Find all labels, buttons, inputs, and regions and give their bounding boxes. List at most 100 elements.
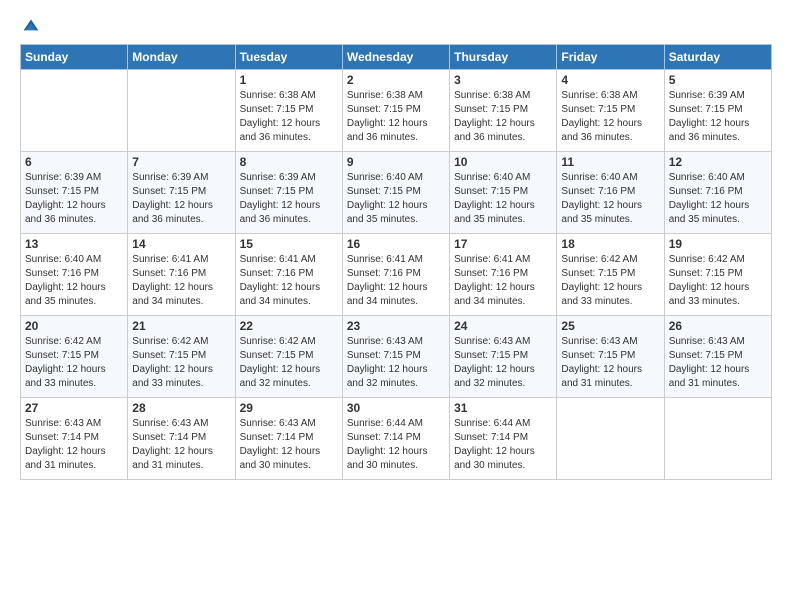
day-info: Sunrise: 6:43 AM Sunset: 7:15 PM Dayligh… <box>669 335 767 391</box>
day-cell: 5 Sunrise: 6:39 AM Sunset: 7:15 PM Daylig… <box>664 70 771 152</box>
day-info: Sunrise: 6:42 AM Sunset: 7:15 PM Dayligh… <box>561 253 659 309</box>
day-info: Sunrise: 6:40 AM Sunset: 7:15 PM Dayligh… <box>454 171 552 227</box>
day-info: Sunrise: 6:39 AM Sunset: 7:15 PM Dayligh… <box>25 171 123 227</box>
day-info: Sunrise: 6:40 AM Sunset: 7:16 PM Dayligh… <box>669 171 767 227</box>
day-info: Sunrise: 6:43 AM Sunset: 7:14 PM Dayligh… <box>240 417 338 473</box>
day-number: 8 <box>240 155 338 169</box>
day-info: Sunrise: 6:43 AM Sunset: 7:15 PM Dayligh… <box>561 335 659 391</box>
logo-icon <box>22 16 40 34</box>
day-number: 27 <box>25 401 123 415</box>
day-cell <box>557 398 664 480</box>
day-info: Sunrise: 6:38 AM Sunset: 7:15 PM Dayligh… <box>347 89 445 145</box>
day-number: 11 <box>561 155 659 169</box>
week-row-2: 6Sunrise: 6:39 AM Sunset: 7:15 PM Daylig… <box>21 152 772 234</box>
day-cell: 14 Sunrise: 6:41 AM Sunset: 7:16 PM Dayli… <box>128 234 235 316</box>
day-number: 24 <box>454 319 552 333</box>
day-number: 12 <box>669 155 767 169</box>
day-cell: 27Sunrise: 6:43 AM Sunset: 7:14 PM Dayli… <box>21 398 128 480</box>
day-info: Sunrise: 6:40 AM Sunset: 7:16 PM Dayligh… <box>25 253 123 309</box>
day-number: 25 <box>561 319 659 333</box>
day-cell: 31Sunrise: 6:44 AM Sunset: 7:14 PM Dayli… <box>450 398 557 480</box>
day-cell: 2 Sunrise: 6:38 AM Sunset: 7:15 PM Daylig… <box>342 70 449 152</box>
week-row-4: 20 Sunrise: 6:42 AM Sunset: 7:15 PM Dayli… <box>21 316 772 398</box>
day-cell: 21 Sunrise: 6:42 AM Sunset: 7:15 PM Dayli… <box>128 316 235 398</box>
day-number: 23 <box>347 319 445 333</box>
page: SundayMondayTuesdayWednesdayThursdayFrid… <box>0 0 792 612</box>
day-info: Sunrise: 6:41 AM Sunset: 7:16 PM Dayligh… <box>240 253 338 309</box>
day-number: 17 <box>454 237 552 251</box>
day-number: 26 <box>669 319 767 333</box>
day-info: Sunrise: 6:42 AM Sunset: 7:15 PM Dayligh… <box>240 335 338 391</box>
day-number: 5 <box>669 73 767 87</box>
day-cell: 4 Sunrise: 6:38 AM Sunset: 7:15 PM Daylig… <box>557 70 664 152</box>
day-number: 2 <box>347 73 445 87</box>
day-header-sunday: Sunday <box>21 45 128 70</box>
day-cell: 15 Sunrise: 6:41 AM Sunset: 7:16 PM Dayli… <box>235 234 342 316</box>
day-number: 30 <box>347 401 445 415</box>
day-header-friday: Friday <box>557 45 664 70</box>
day-header-monday: Monday <box>128 45 235 70</box>
day-number: 10 <box>454 155 552 169</box>
day-cell: 22Sunrise: 6:42 AM Sunset: 7:15 PM Dayli… <box>235 316 342 398</box>
day-cell: 9 Sunrise: 6:40 AM Sunset: 7:15 PM Daylig… <box>342 152 449 234</box>
day-number: 18 <box>561 237 659 251</box>
day-info: Sunrise: 6:38 AM Sunset: 7:15 PM Dayligh… <box>561 89 659 145</box>
day-info: Sunrise: 6:41 AM Sunset: 7:16 PM Dayligh… <box>347 253 445 309</box>
day-number: 14 <box>132 237 230 251</box>
day-info: Sunrise: 6:40 AM Sunset: 7:16 PM Dayligh… <box>561 171 659 227</box>
day-info: Sunrise: 6:42 AM Sunset: 7:15 PM Dayligh… <box>25 335 123 391</box>
day-cell: 17Sunrise: 6:41 AM Sunset: 7:16 PM Dayli… <box>450 234 557 316</box>
day-number: 7 <box>132 155 230 169</box>
day-cell: 13 Sunrise: 6:40 AM Sunset: 7:16 PM Dayli… <box>21 234 128 316</box>
week-row-1: 1 Sunrise: 6:38 AM Sunset: 7:15 PM Daylig… <box>21 70 772 152</box>
day-number: 13 <box>25 237 123 251</box>
calendar-table: SundayMondayTuesdayWednesdayThursdayFrid… <box>20 44 772 480</box>
day-cell: 28Sunrise: 6:43 AM Sunset: 7:14 PM Dayli… <box>128 398 235 480</box>
day-info: Sunrise: 6:41 AM Sunset: 7:16 PM Dayligh… <box>132 253 230 309</box>
day-cell: 8 Sunrise: 6:39 AM Sunset: 7:15 PM Daylig… <box>235 152 342 234</box>
day-number: 29 <box>240 401 338 415</box>
day-number: 19 <box>669 237 767 251</box>
day-number: 20 <box>25 319 123 333</box>
day-info: Sunrise: 6:42 AM Sunset: 7:15 PM Dayligh… <box>669 253 767 309</box>
week-row-3: 13 Sunrise: 6:40 AM Sunset: 7:16 PM Dayli… <box>21 234 772 316</box>
day-cell: 12 Sunrise: 6:40 AM Sunset: 7:16 PM Dayli… <box>664 152 771 234</box>
day-cell: 20 Sunrise: 6:42 AM Sunset: 7:15 PM Dayli… <box>21 316 128 398</box>
day-info: Sunrise: 6:40 AM Sunset: 7:15 PM Dayligh… <box>347 171 445 227</box>
week-row-5: 27 Sunrise: 6:43 AM Sunset: 7:14 PM Dayli… <box>21 398 772 480</box>
day-cell: 19 Sunrise: 6:42 AM Sunset: 7:15 PM Dayli… <box>664 234 771 316</box>
day-header-saturday: Saturday <box>664 45 771 70</box>
day-number: 3 <box>454 73 552 87</box>
day-cell: 25 Sunrise: 6:43 AM Sunset: 7:15 PM Dayli… <box>557 316 664 398</box>
day-info: Sunrise: 6:39 AM Sunset: 7:15 PM Dayligh… <box>132 171 230 227</box>
day-cell: 3 Sunrise: 6:38 AM Sunset: 7:15 PM Daylig… <box>450 70 557 152</box>
day-number: 1 <box>240 73 338 87</box>
day-info: Sunrise: 6:44 AM Sunset: 7:14 PM Dayligh… <box>454 417 552 473</box>
day-cell: 30 Sunrise: 6:44 AM Sunset: 7:14 PM Dayli… <box>342 398 449 480</box>
day-cell <box>664 398 771 480</box>
day-number: 15 <box>240 237 338 251</box>
day-cell <box>21 70 128 152</box>
day-header-tuesday: Tuesday <box>235 45 342 70</box>
day-cell: 29 Sunrise: 6:43 AM Sunset: 7:14 PM Dayli… <box>235 398 342 480</box>
day-info: Sunrise: 6:44 AM Sunset: 7:14 PM Dayligh… <box>347 417 445 473</box>
day-info: Sunrise: 6:39 AM Sunset: 7:15 PM Dayligh… <box>669 89 767 145</box>
day-info: Sunrise: 6:43 AM Sunset: 7:14 PM Dayligh… <box>132 417 230 473</box>
day-number: 9 <box>347 155 445 169</box>
day-info: Sunrise: 6:42 AM Sunset: 7:15 PM Dayligh… <box>132 335 230 391</box>
day-info: Sunrise: 6:39 AM Sunset: 7:15 PM Dayligh… <box>240 171 338 227</box>
day-cell: 6Sunrise: 6:39 AM Sunset: 7:15 PM Daylig… <box>21 152 128 234</box>
day-number: 4 <box>561 73 659 87</box>
day-header-thursday: Thursday <box>450 45 557 70</box>
day-cell: 1Sunrise: 6:38 AM Sunset: 7:15 PM Daylig… <box>235 70 342 152</box>
day-header-wednesday: Wednesday <box>342 45 449 70</box>
day-info: Sunrise: 6:43 AM Sunset: 7:15 PM Dayligh… <box>347 335 445 391</box>
day-cell: 23 Sunrise: 6:43 AM Sunset: 7:15 PM Dayli… <box>342 316 449 398</box>
day-cell: 18 Sunrise: 6:42 AM Sunset: 7:15 PM Dayli… <box>557 234 664 316</box>
day-info: Sunrise: 6:38 AM Sunset: 7:15 PM Dayligh… <box>454 89 552 145</box>
calendar-header-row: SundayMondayTuesdayWednesdayThursdayFrid… <box>21 45 772 70</box>
day-cell: 11 Sunrise: 6:40 AM Sunset: 7:16 PM Dayli… <box>557 152 664 234</box>
day-number: 16 <box>347 237 445 251</box>
day-number: 21 <box>132 319 230 333</box>
logo <box>20 16 40 34</box>
